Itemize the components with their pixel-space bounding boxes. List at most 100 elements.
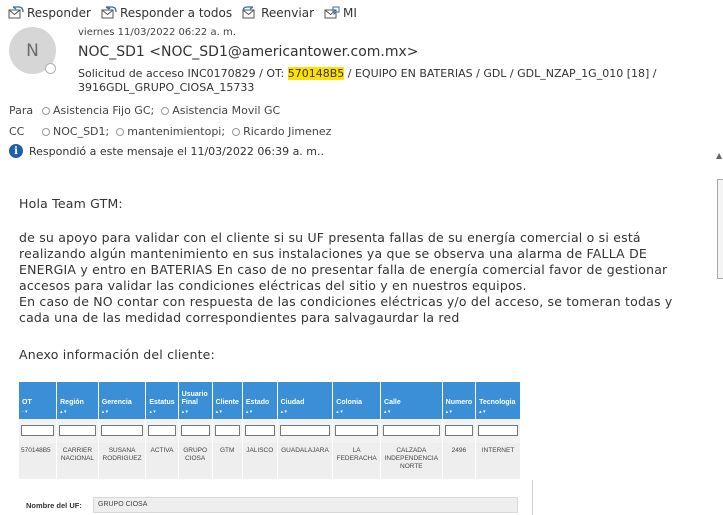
column-header[interactable]: Calle ▴ ▾ — [380, 382, 443, 419]
presence-dot-icon — [116, 127, 125, 136]
column-header-label: Cliente — [215, 399, 239, 406]
avatar-initial: N — [26, 40, 39, 61]
filter-input[interactable] — [279, 425, 331, 436]
sort-icon[interactable]: ▴ ▾ — [216, 408, 239, 416]
filter-cell — [56, 419, 99, 443]
filter-cell — [178, 419, 213, 443]
column-header-label: Usuario Final — [181, 391, 208, 406]
sender[interactable]: NOC_SD1 <NOC_SD1@americantower.com.mx> — [78, 44, 419, 60]
table-cell: CALZADA INDEPENDENCIA NORTE — [380, 443, 443, 479]
column-header[interactable]: OT - ▾ — [19, 382, 58, 419]
uf-label: Nombre del UF: — [26, 501, 82, 510]
filter-input[interactable] — [100, 425, 144, 436]
column-header[interactable]: Usuario Final ▴ ▾ — [178, 382, 213, 419]
table-cell: ACTIVA — [145, 443, 179, 479]
info-icon: i — [9, 144, 23, 158]
body-line: de su apoyo para validar con el cliente … — [19, 230, 641, 245]
filter-input[interactable] — [148, 425, 176, 436]
im-label: MI — [343, 6, 357, 20]
sort-icon[interactable]: ▴ ▾ — [60, 408, 95, 416]
recipient[interactable]: NOC_SD1; — [39, 125, 109, 138]
table-cell: LA FEDERACHA — [332, 443, 382, 479]
filter-input[interactable] — [444, 425, 474, 436]
divider — [532, 480, 533, 515]
scroll-up-icon[interactable]: ▲ — [716, 151, 722, 160]
column-header-label: Estatus — [149, 399, 175, 406]
table-header-row: OT - ▾ Región ▴ ▾ Gerencia ▴ ▾ Estatus ▴ ▾ U… — [19, 382, 521, 419]
body-line: realizando algún mantenimiento en sus in… — [19, 246, 648, 261]
filter-input[interactable] — [59, 425, 96, 436]
cc-row: CC NOC_SD1; mantenimientopi; Ricardo Jim… — [9, 125, 335, 138]
sort-icon[interactable]: ▴ ▾ — [246, 408, 274, 416]
table-row: 570148B5 CARRIER NACIONAL SUSANA RODRIGU… — [19, 443, 521, 479]
filter-cell — [212, 419, 243, 443]
reply-button[interactable]: Responder — [8, 6, 91, 20]
filter-cell — [475, 419, 521, 443]
recipient[interactable]: Asistencia Fijo GC; — [39, 104, 154, 117]
filter-input[interactable] — [214, 425, 240, 436]
recipient-name: NOC_SD1; — [53, 125, 110, 138]
reply-info-text: Respondió a este mensaje el 11/03/2022 0… — [29, 144, 325, 158]
im-button[interactable]: MI — [324, 6, 357, 20]
message-date: viernes 11/03/2022 06:22 a. m. — [78, 27, 236, 38]
filter-input[interactable] — [335, 425, 379, 436]
sort-icon[interactable]: ▴ ▾ — [479, 408, 517, 416]
message-toolbar: Responder Responder a todos Reenviar MI — [8, 4, 367, 22]
recipient[interactable]: mantenimientopi; — [113, 125, 225, 138]
recipient-name: mantenimientopi; — [127, 125, 226, 138]
filter-cell — [332, 419, 382, 443]
sort-icon[interactable]: ▴ ▾ — [149, 408, 174, 416]
column-header[interactable]: Gerencia ▴ ▾ — [98, 382, 147, 419]
sort-icon[interactable]: ▴ ▾ — [102, 408, 143, 416]
filter-row — [19, 419, 521, 443]
sort-icon[interactable]: ▴ ▾ — [281, 408, 330, 416]
message-subject: Solicitud de acceso INC0170829 / OT: 570… — [78, 67, 678, 95]
sort-icon[interactable]: ▴ ▾ — [336, 408, 377, 416]
column-header-label: Gerencia — [101, 399, 132, 406]
sort-icon[interactable]: ▴ ▾ — [384, 408, 439, 416]
filter-input[interactable] — [180, 425, 210, 436]
sort-icon[interactable]: ▴ ▾ — [446, 408, 472, 416]
reply-label: Responder — [27, 6, 91, 20]
column-header[interactable]: Tecnologia ▴ ▾ — [475, 382, 521, 419]
column-header[interactable]: Estatus ▴ ▾ — [145, 382, 179, 419]
column-header[interactable]: Región ▴ ▾ — [56, 382, 99, 419]
column-header-label: Tecnologia — [479, 399, 516, 406]
recipient[interactable]: Asistencia Movil GC — [158, 104, 280, 117]
column-header[interactable]: Estado ▴ ▾ — [242, 382, 278, 419]
filter-input[interactable] — [244, 425, 275, 436]
reply-all-button[interactable]: Responder a todos — [101, 6, 232, 20]
filter-cell — [145, 419, 179, 443]
body-line: accesos para validar las condiciones elé… — [19, 278, 527, 293]
recipient-name: Asistencia Fijo GC; — [53, 104, 155, 117]
column-header-label: Colonia — [336, 399, 362, 406]
presence-dot-icon — [161, 106, 170, 115]
sort-icon[interactable]: - ▾ — [22, 408, 53, 416]
column-header[interactable]: Colonia ▴ ▾ — [332, 382, 382, 419]
column-header-label: Calle — [384, 399, 401, 406]
table-cell: GRUPO CIOSA — [178, 443, 213, 479]
filter-cell — [19, 419, 58, 443]
subject-highlight: 570148B5 — [287, 67, 345, 80]
table-cell: CARRIER NACIONAL — [56, 443, 99, 479]
column-header-label: Numero — [445, 399, 473, 406]
subject-prefix: Solicitud de acceso INC0170829 / OT: — [78, 67, 288, 80]
table-cell: GTM — [212, 443, 243, 479]
column-header[interactable]: Numero ▴ ▾ — [442, 382, 477, 419]
column-header[interactable]: Ciudad ▴ ▾ — [277, 382, 334, 419]
uf-value-field: GRUPO CIOSA — [93, 497, 518, 513]
table-cell: 570148B5 — [19, 443, 58, 479]
body-line: ENERGIA y entro en BATERIAS En caso de n… — [19, 262, 668, 277]
reply-all-icon — [101, 6, 117, 19]
reply-info-bar[interactable]: i Respondió a este mensaje el 11/03/2022… — [9, 144, 324, 158]
filter-input[interactable] — [478, 425, 518, 436]
scrollbar[interactable] — [717, 179, 723, 279]
recipient[interactable]: Ricardo Jimenez — [229, 125, 331, 138]
cc-label: CC — [9, 125, 25, 138]
forward-icon — [242, 6, 255, 19]
column-header[interactable]: Cliente ▴ ▾ — [212, 382, 243, 419]
filter-input[interactable] — [21, 425, 55, 436]
forward-button[interactable]: Reenviar — [242, 6, 314, 20]
filter-input[interactable] — [383, 425, 440, 436]
sort-icon[interactable]: ▴ ▾ — [182, 408, 209, 416]
